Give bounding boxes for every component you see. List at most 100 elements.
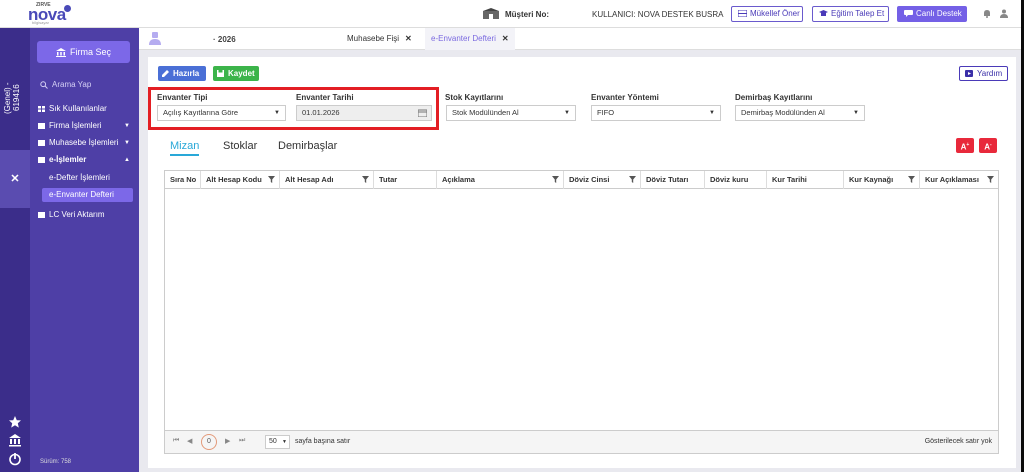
user-label: KULLANICI: NOVA DESTEK BUSRA: [592, 10, 724, 19]
close-icon[interactable]: ✕: [405, 34, 412, 43]
customer-no-label: Müşteri No:: [505, 10, 549, 19]
mukellef-oner-button[interactable]: Mükellef Öner: [731, 6, 803, 22]
search-icon: [40, 81, 48, 89]
chat-icon: [904, 10, 913, 17]
bell-icon[interactable]: [983, 9, 991, 18]
chevron-down-icon: ▼: [853, 110, 859, 116]
mizan-grid: Sıra No Alt Hesap Kodu Alt Hesap Adı Tut…: [164, 170, 999, 454]
grid-icon: [38, 212, 45, 218]
company-code-label: (Genel) - 619416: [3, 82, 21, 114]
sidebar-item-label: Sık Kullanılanlar: [49, 104, 107, 113]
column-header[interactable]: Alt Hesap Kodu: [201, 171, 280, 189]
current-page-indicator[interactable]: 0: [201, 434, 217, 450]
font-decrease-button[interactable]: A-: [979, 138, 997, 153]
next-page-icon[interactable]: ▶: [225, 437, 230, 445]
canli-destek-button[interactable]: Canlı Destek: [897, 6, 967, 22]
chevron-up-icon: ▲: [124, 157, 130, 163]
filter-icon[interactable]: [908, 176, 915, 183]
nova-logo[interactable]: ZIRVE nova bilgisayar: [28, 2, 72, 26]
chevron-down-icon: ▼: [564, 110, 570, 116]
column-header[interactable]: Döviz kuru: [705, 171, 767, 189]
avatar-icon: [149, 32, 161, 45]
tab-label: Muhasebe Fişi: [347, 34, 400, 43]
sidebar-item-muhasebe-islemleri[interactable]: Muhasebe İşlemleri ▼: [36, 137, 136, 149]
subtab-mizan[interactable]: Mizan: [170, 140, 200, 156]
sidebar-subitem-e-envanter[interactable]: e-Envanter Defteri: [42, 188, 133, 202]
envanter-yontemi-value: FIFO: [597, 108, 615, 117]
column-header[interactable]: Tutar: [374, 171, 437, 189]
page-size-select[interactable]: 50 ▼: [265, 435, 290, 449]
star-icon[interactable]: [8, 415, 22, 429]
font-increase-button[interactable]: A+: [956, 138, 974, 153]
column-header[interactable]: Kur Açıklaması: [920, 171, 998, 189]
column-header-label: Döviz Tutarı: [646, 175, 689, 184]
hazirla-button[interactable]: Hazırla: [158, 66, 206, 81]
bank-icon: [55, 48, 66, 58]
stok-kayitlari-select[interactable]: Stok Modülünden Al ▼: [446, 105, 576, 121]
sidebar-item-lc-veri-aktarim[interactable]: LC Veri Aktarım: [36, 209, 136, 221]
envanter-yontemi-select[interactable]: FIFO ▼: [591, 105, 721, 121]
first-page-icon[interactable]: ⏮: [173, 437, 179, 445]
grid-icon: [38, 106, 45, 112]
filter-icon[interactable]: [362, 176, 369, 183]
sidebar-item-label: Muhasebe İşlemleri: [49, 138, 119, 147]
column-header[interactable]: Kur Kaynağı: [844, 171, 920, 189]
grid-icon: [38, 123, 45, 129]
kaydet-button[interactable]: Kaydet: [213, 66, 259, 81]
column-header[interactable]: Sıra No: [165, 171, 201, 189]
column-header-label: Açıklama: [442, 175, 475, 184]
sidebar-item-e-islemler[interactable]: e-İşlemler ▲: [36, 154, 136, 166]
column-header[interactable]: Döviz Cinsi: [564, 171, 641, 189]
prev-page-icon[interactable]: ◀: [187, 437, 192, 445]
sidebar-search-input[interactable]: Arama Yap: [38, 79, 128, 91]
column-header-label: Kur Açıklaması: [925, 175, 979, 184]
sidebar-item-firma-islemleri[interactable]: Firma İşlemleri ▼: [36, 120, 136, 132]
egitim-talep-button[interactable]: Eğitim Talep Et: [812, 6, 889, 22]
tab-label: e-Envanter Defteri: [431, 34, 496, 43]
bank-icon[interactable]: [8, 433, 22, 447]
column-header-label: Kur Kaynağı: [849, 175, 894, 184]
user-icon[interactable]: [1000, 9, 1008, 18]
yardim-button[interactable]: Yardım: [959, 66, 1008, 81]
chevron-down-icon: ▼: [124, 123, 130, 129]
filter-icon[interactable]: [629, 176, 636, 183]
sidebar-item-label: Firma İşlemleri: [49, 121, 102, 130]
close-sidebar-button[interactable]: ✕: [0, 150, 30, 208]
firma-sec-label: Firma Seç: [69, 47, 111, 57]
column-header[interactable]: Döviz Tutarı: [641, 171, 705, 189]
filter-icon[interactable]: [987, 176, 994, 183]
last-page-icon[interactable]: ⏭: [239, 437, 245, 445]
page-size-value: 50: [269, 438, 277, 445]
fiscal-year-label: · 2026: [213, 35, 236, 44]
sidebar-subitem-e-defter[interactable]: e-Defter İşlemleri: [42, 171, 133, 185]
grid-icon: [38, 157, 45, 163]
sidebar-item-favorites[interactable]: Sık Kullanılanlar: [36, 103, 136, 115]
column-header[interactable]: Kur Tarihi: [767, 171, 844, 189]
grid-pagination: ⏮ ◀ 0 ▶ ⏭ 50 ▼ sayfa başına satır Göster…: [165, 430, 998, 453]
search-placeholder: Arama Yap: [52, 80, 92, 89]
subtab-demirbaslar[interactable]: Demirbaşlar: [278, 140, 337, 156]
tab-muhasebe-fisi[interactable]: Muhasebe Fişi ✕: [341, 28, 418, 50]
firma-sec-button[interactable]: Firma Seç: [37, 41, 130, 63]
chevron-down-icon: ▼: [709, 110, 715, 116]
tab-e-envanter-defteri[interactable]: e-Envanter Defteri ✕: [425, 28, 515, 50]
sidebar-subitem-label: e-Envanter Defteri: [49, 190, 114, 199]
column-header-label: Döviz Cinsi: [569, 175, 610, 184]
column-header[interactable]: Açıklama: [437, 171, 564, 189]
chevron-down-icon: ▼: [124, 140, 130, 146]
sidebar: Firma Seç Arama Yap Sık Kullanılanlar Fi…: [30, 28, 139, 472]
filter-icon[interactable]: [552, 176, 559, 183]
filter-icon[interactable]: [268, 176, 275, 183]
kaydet-label: Kaydet: [228, 69, 255, 78]
logo-dot-icon: [64, 5, 71, 12]
tabs-bar: · 2026 Muhasebe Fişi ✕ e-Envanter Defteri…: [139, 28, 1021, 50]
column-header[interactable]: Alt Hesap Adı: [280, 171, 374, 189]
close-icon[interactable]: ✕: [502, 34, 509, 43]
demirbas-kayitlari-select[interactable]: Demirbaş Modülünden Al ▼: [735, 105, 865, 121]
mukellef-oner-label: Mükellef Öner: [750, 9, 800, 18]
grid-header: Sıra No Alt Hesap Kodu Alt Hesap Adı Tut…: [165, 171, 998, 189]
subtab-stoklar[interactable]: Stoklar: [223, 140, 257, 156]
column-header-label: Tutar: [379, 175, 398, 184]
power-icon[interactable]: [8, 452, 22, 466]
yardim-label: Yardım: [977, 69, 1003, 78]
